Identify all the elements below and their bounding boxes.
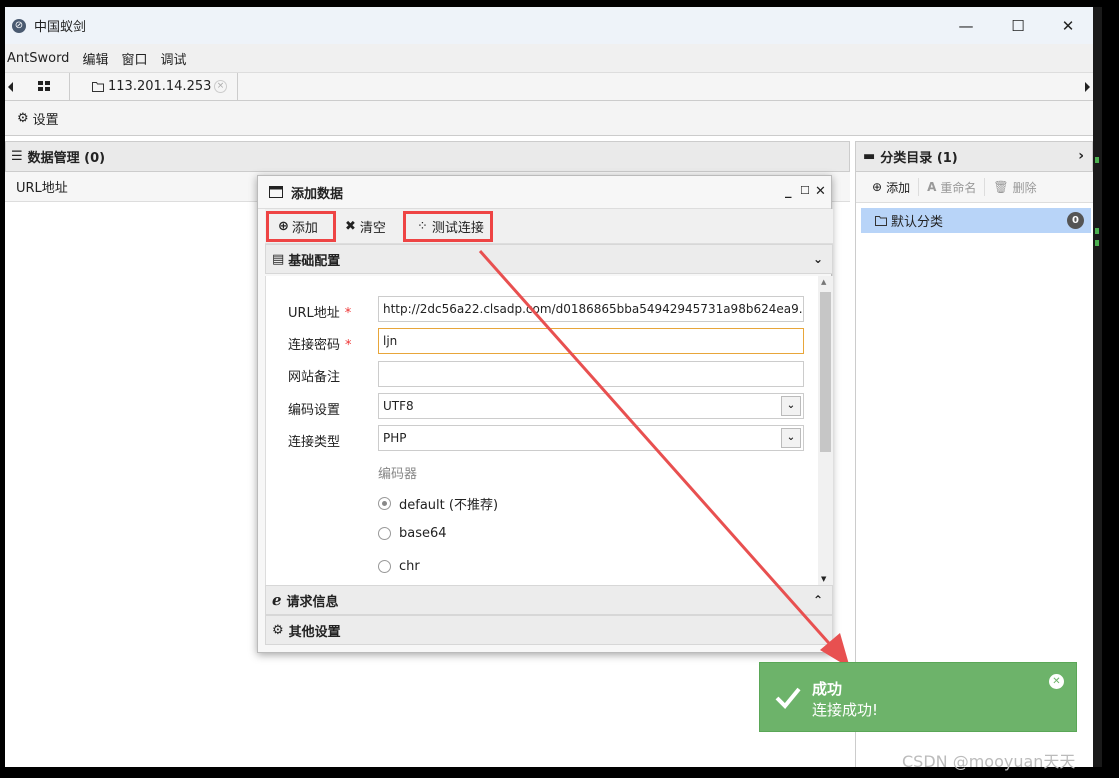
- toast-title: 成功: [812, 680, 843, 698]
- toast-message: 连接成功!: [812, 701, 879, 719]
- toast-close-icon[interactable]: ✕: [1049, 674, 1064, 689]
- check-icon: [775, 687, 801, 709]
- watermark: CSDN @mooyuan天天: [902, 752, 1076, 771]
- success-toast: 成功 连接成功! ✕: [759, 662, 1077, 732]
